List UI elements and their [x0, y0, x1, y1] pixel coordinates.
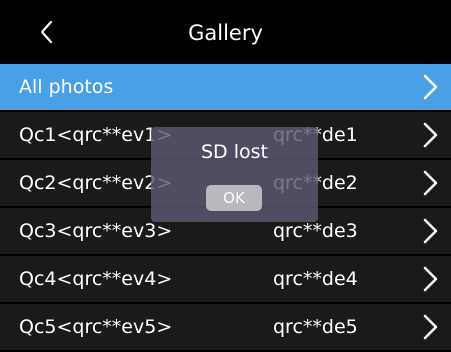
- list-item-label: All photos: [19, 76, 114, 98]
- list-item-all-photos[interactable]: All photos: [0, 64, 451, 112]
- list-item[interactable]: Qc4<qrc**ev4> qrc**de4: [0, 256, 451, 304]
- list-item[interactable]: Qc5<qrc**ev5> qrc**de5: [0, 304, 451, 352]
- sd-lost-dialog: SD lost OK: [151, 127, 318, 222]
- list-item-label: Qc5<qrc**ev5>: [19, 316, 173, 338]
- chevron-right-icon: [423, 218, 438, 244]
- chevron-right-icon: [423, 266, 438, 292]
- chevron-right-icon: [423, 170, 438, 196]
- list-item-code: qrc**de4: [273, 268, 358, 290]
- list-item-label: Qc4<qrc**ev4>: [19, 268, 173, 290]
- page-title: Gallery: [188, 21, 263, 45]
- list-item-code: qrc**de5: [273, 316, 358, 338]
- chevron-right-icon: [423, 122, 438, 148]
- list-item-label: Qc2<qrc**ev2>: [19, 172, 173, 194]
- header-bar: Gallery: [0, 0, 451, 62]
- chevron-right-icon: [423, 314, 438, 340]
- list-item-label: Qc3<qrc**ev3>: [19, 220, 173, 242]
- dialog-message: SD lost: [201, 141, 268, 163]
- chevron-right-icon: [423, 74, 438, 100]
- list-item-label: Qc1<qrc**ev1>: [19, 124, 173, 146]
- ok-button[interactable]: OK: [206, 185, 262, 211]
